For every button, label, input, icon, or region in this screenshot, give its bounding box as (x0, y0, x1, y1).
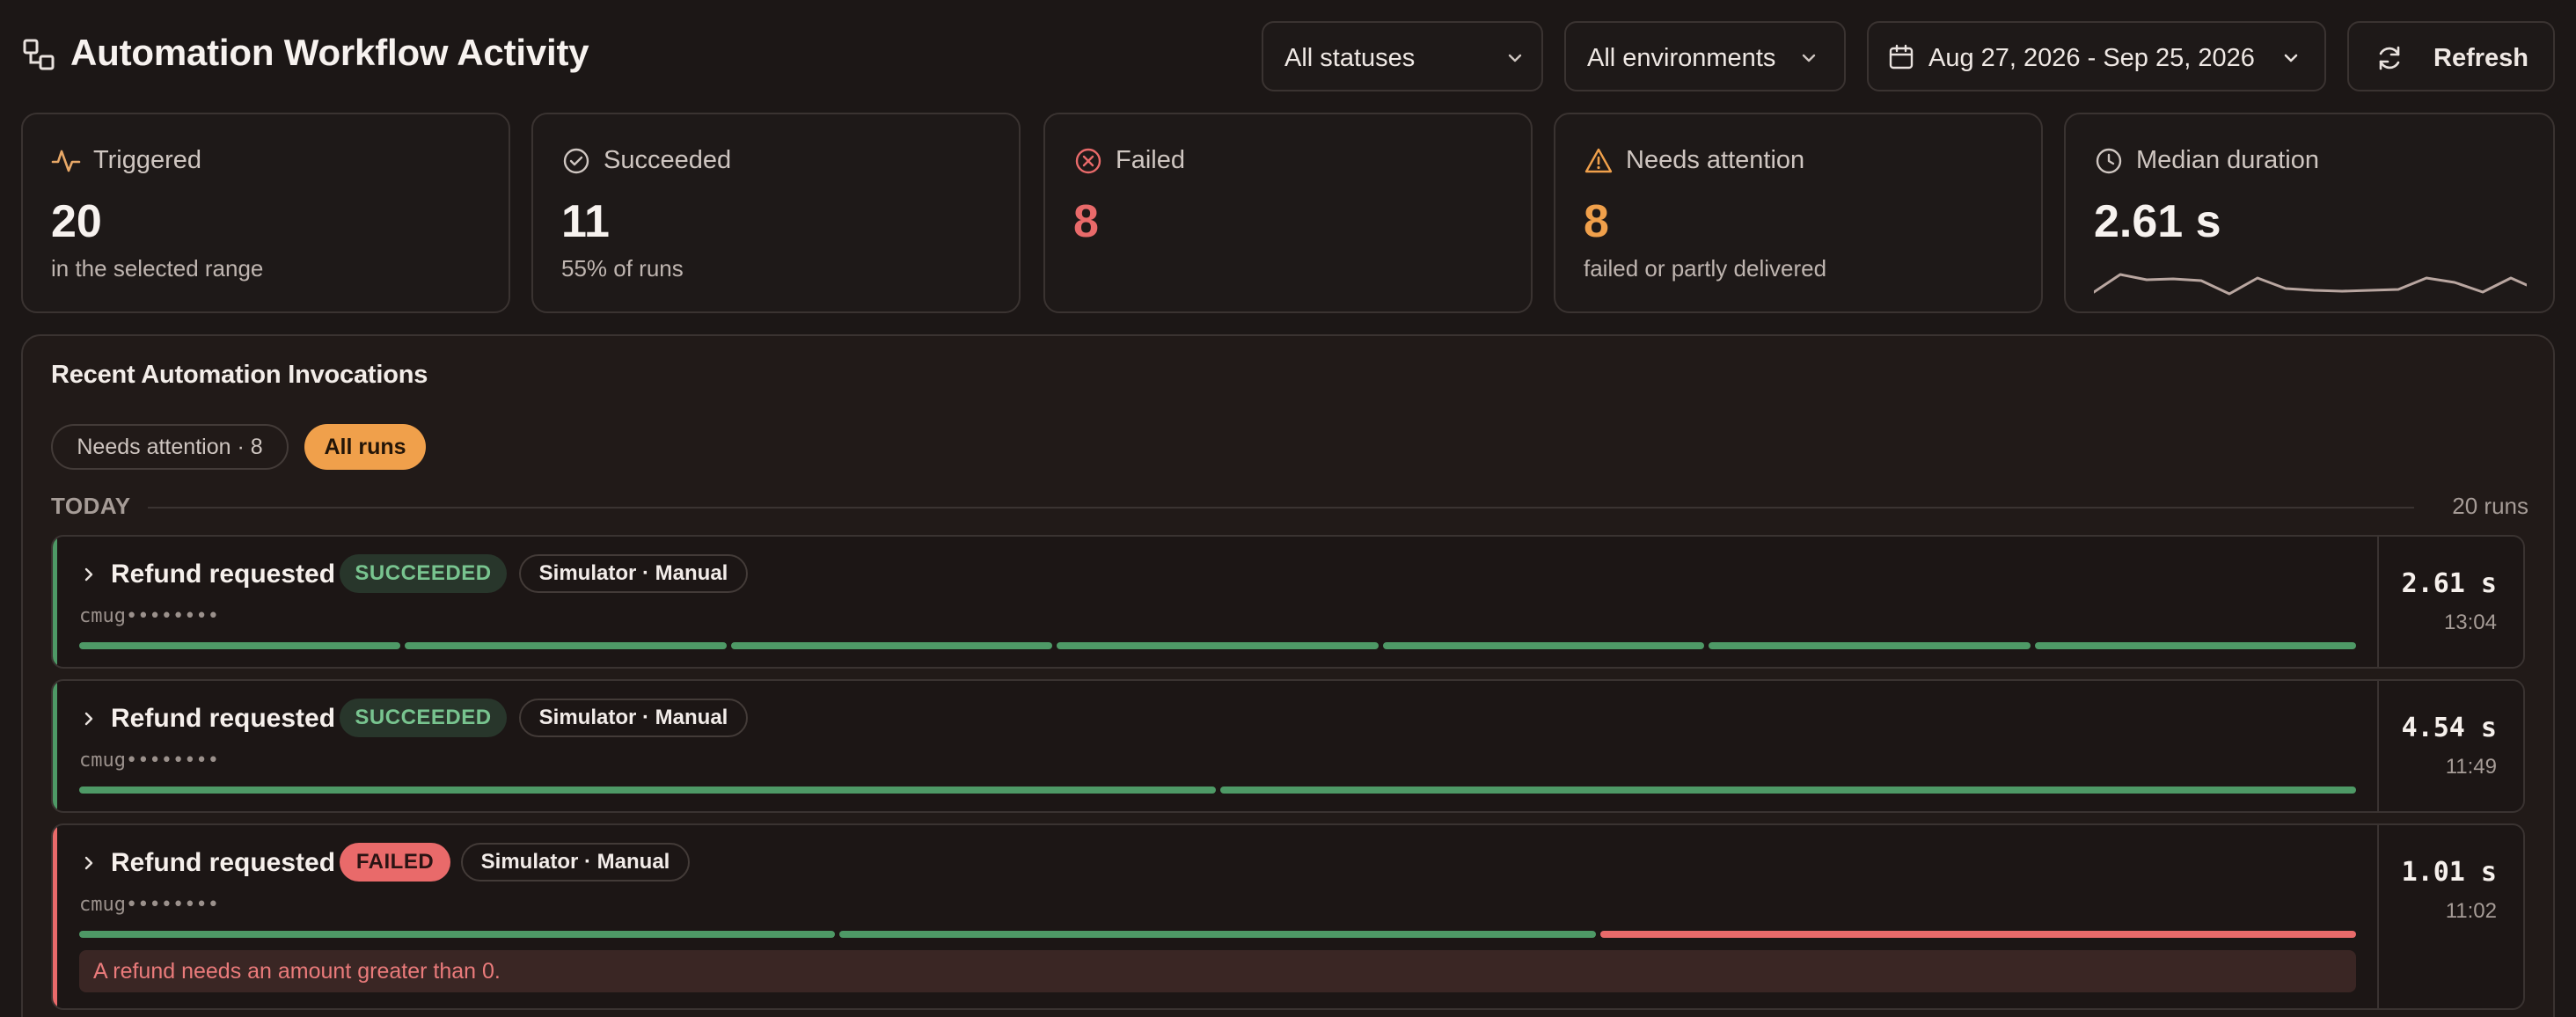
run-title: Refund requested (111, 560, 336, 589)
stat-card-succeeded: Succeeded 11 55% of runs (531, 113, 1021, 313)
stat-value: 11 (561, 196, 610, 247)
run-meta (2377, 681, 2523, 811)
step-segment-succeeded (79, 931, 836, 938)
step-segment-succeeded (1382, 642, 1705, 649)
filter-chip-needs-attention[interactable]: Needs attention · 8 (51, 424, 289, 470)
step-segment-succeeded (839, 931, 1596, 938)
run-duration: 4.54 s (2401, 713, 2497, 743)
status-badge: SUCCEEDED (340, 554, 507, 593)
stat-subtext: failed or partly delivered (1584, 255, 1827, 282)
run-title: Refund requested (111, 848, 336, 877)
step-segment-succeeded (1709, 642, 2031, 649)
step-segment-succeeded (79, 642, 401, 649)
chevron-down-icon (2284, 54, 2298, 62)
header: Automation Workflow Activity All statuse… (0, 0, 2576, 113)
run-time: 11:02 (2445, 899, 2497, 923)
run-time: 13:04 (2443, 611, 2497, 634)
date-range-value: Aug 27, 2026 - Sep 25, 2026 (1928, 44, 2255, 72)
run-duration: 1.01 s (2401, 857, 2497, 888)
stat-label: Failed (1116, 146, 1185, 174)
status-filter-select[interactable]: All statuses (1262, 21, 1543, 91)
chevron-right-icon[interactable] (79, 565, 99, 584)
chevron-right-icon[interactable] (79, 853, 99, 873)
stat-card-needs-attention: Needs attention 8 failed or partly deliv… (1554, 113, 2043, 313)
run-duration: 2.61 s (2401, 568, 2497, 599)
status-badge: FAILED (340, 843, 450, 882)
refresh-button[interactable]: Refresh (2347, 21, 2555, 91)
run-row[interactable]: Refund requested SUCCEEDED Simulator · M… (51, 535, 2525, 669)
run-id: cmug•••••••• (79, 750, 219, 772)
chevron-down-icon (1802, 54, 1816, 62)
date-range-picker[interactable]: Aug 27, 2026 - Sep 25, 2026 (1867, 21, 2326, 91)
step-segment-succeeded (730, 642, 1053, 649)
status-accent (53, 825, 57, 1008)
section-header: TODAY 20 runs (51, 491, 2528, 523)
stat-subtext: 55% of runs (561, 255, 684, 282)
run-meta (2377, 537, 2523, 667)
warning-triangle-icon (1584, 148, 1613, 173)
step-segment-succeeded (405, 642, 727, 649)
stat-subtext: in the selected range (51, 255, 264, 282)
section-label: TODAY (51, 493, 131, 519)
run-title: Refund requested (111, 704, 336, 733)
clock-icon (2096, 148, 2122, 174)
section-divider (148, 507, 2414, 508)
calendar-icon (1889, 44, 1914, 70)
status-filter-value: All statuses (1284, 44, 1416, 72)
run-row[interactable]: Refund requested SUCCEEDED Simulator · M… (51, 679, 2525, 813)
run-row[interactable]: Refund requested FAILED Simulator · Manu… (51, 823, 2525, 1010)
step-segment-succeeded (79, 787, 1216, 794)
activity-icon (51, 150, 81, 172)
stat-label: Needs attention (1626, 146, 1805, 174)
refresh-label: Refresh (2433, 44, 2528, 72)
step-segment-failed (1599, 931, 2356, 938)
source-badge: Simulator · Manual (519, 554, 748, 593)
page-title: Automation Workflow Activity (70, 32, 589, 73)
duration-sparkline (2094, 273, 2527, 296)
stat-label: Triggered (93, 146, 202, 174)
check-circle-icon (563, 148, 589, 174)
step-segment-succeeded (1057, 642, 1379, 649)
step-progress (79, 787, 2356, 794)
chevron-down-icon (1508, 54, 1522, 62)
stat-value: 8 (1584, 196, 1609, 247)
run-time: 11:49 (2445, 755, 2497, 779)
recent-invocations-panel: Recent Automation Invocations Needs atte… (21, 334, 2555, 1017)
step-progress (79, 931, 2356, 938)
chevron-right-icon[interactable] (79, 709, 99, 728)
status-accent (53, 537, 57, 667)
environment-filter-value: All environments (1587, 44, 1776, 72)
workflow-icon (23, 39, 55, 70)
stat-card-median-duration: Median duration 2.61 s (2064, 113, 2555, 313)
stat-value: 20 (51, 196, 102, 247)
step-segment-succeeded (1219, 787, 2356, 794)
stat-value: 8 (1073, 196, 1099, 247)
panel-title: Recent Automation Invocations (51, 361, 428, 389)
x-circle-icon (1075, 148, 1101, 174)
source-badge: Simulator · Manual (461, 843, 690, 882)
page: Automation Workflow Activity All statuse… (0, 0, 2576, 1017)
environment-filter-select[interactable]: All environments (1564, 21, 1846, 91)
status-badge: SUCCEEDED (340, 699, 507, 737)
stat-label: Median duration (2136, 146, 2319, 174)
error-message: A refund needs an amount greater than 0. (79, 950, 2356, 992)
stat-value: 2.61 s (2094, 196, 2221, 247)
stat-card-failed: Failed 8 (1043, 113, 1533, 313)
refresh-icon (2379, 46, 2400, 70)
stat-label: Succeeded (604, 146, 732, 174)
run-id: cmug•••••••• (79, 605, 219, 627)
source-badge: Simulator · Manual (519, 699, 748, 737)
step-progress (79, 642, 2356, 649)
run-id: cmug•••••••• (79, 894, 219, 916)
status-accent (53, 681, 57, 811)
step-segment-succeeded (2034, 642, 2356, 649)
section-run-count: 20 runs (2452, 493, 2528, 519)
stat-card-triggered: Triggered 20 in the selected range (21, 113, 510, 313)
filter-chip-all-runs[interactable]: All runs (304, 424, 426, 470)
